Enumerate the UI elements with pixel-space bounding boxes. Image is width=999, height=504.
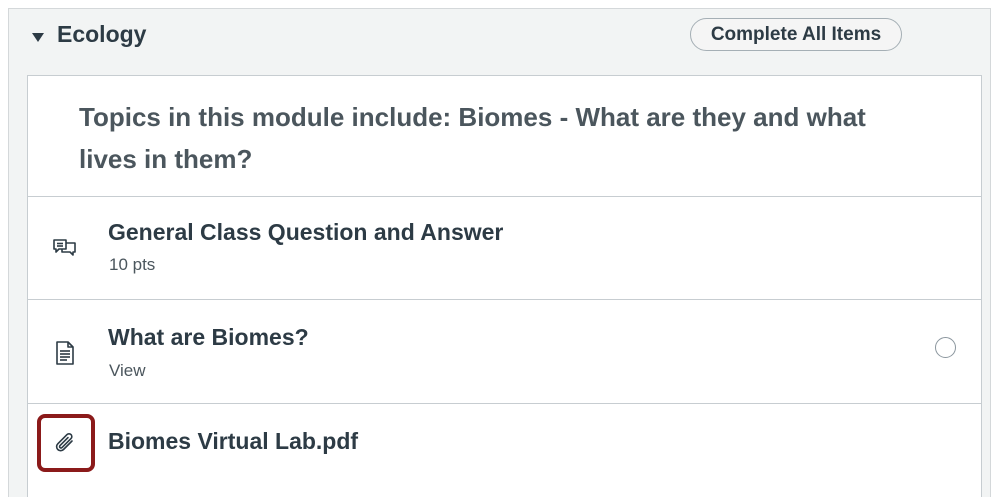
item-title[interactable]: Biomes Virtual Lab.pdf bbox=[108, 428, 358, 455]
document-icon bbox=[50, 338, 80, 368]
paperclip-icon bbox=[50, 428, 80, 458]
complete-all-items-button[interactable]: Complete All Items bbox=[690, 18, 902, 51]
module-items: Topics in this module include: Biomes - … bbox=[27, 75, 982, 497]
module-container: Ecology Complete All Items Topics in thi… bbox=[8, 8, 991, 497]
caret-down-icon[interactable] bbox=[31, 31, 45, 45]
module-item-discussion[interactable]: General Class Question and Answer 10 pts bbox=[28, 197, 981, 300]
completion-status-circle[interactable] bbox=[935, 337, 956, 358]
module-intro: Topics in this module include: Biomes - … bbox=[28, 76, 981, 197]
item-requirement: View bbox=[109, 361, 146, 380]
module-intro-text: Topics in this module include: Biomes - … bbox=[79, 102, 866, 174]
item-points: 10 pts bbox=[109, 255, 156, 274]
module-header[interactable]: Ecology Complete All Items bbox=[9, 9, 990, 73]
module-title[interactable]: Ecology bbox=[57, 21, 146, 48]
module-item-page[interactable]: What are Biomes? View bbox=[28, 300, 981, 404]
module-item-file[interactable]: Biomes Virtual Lab.pdf bbox=[28, 404, 981, 504]
item-title[interactable]: General Class Question and Answer bbox=[108, 219, 503, 246]
item-title[interactable]: What are Biomes? bbox=[108, 324, 309, 351]
discussion-icon bbox=[50, 233, 80, 263]
